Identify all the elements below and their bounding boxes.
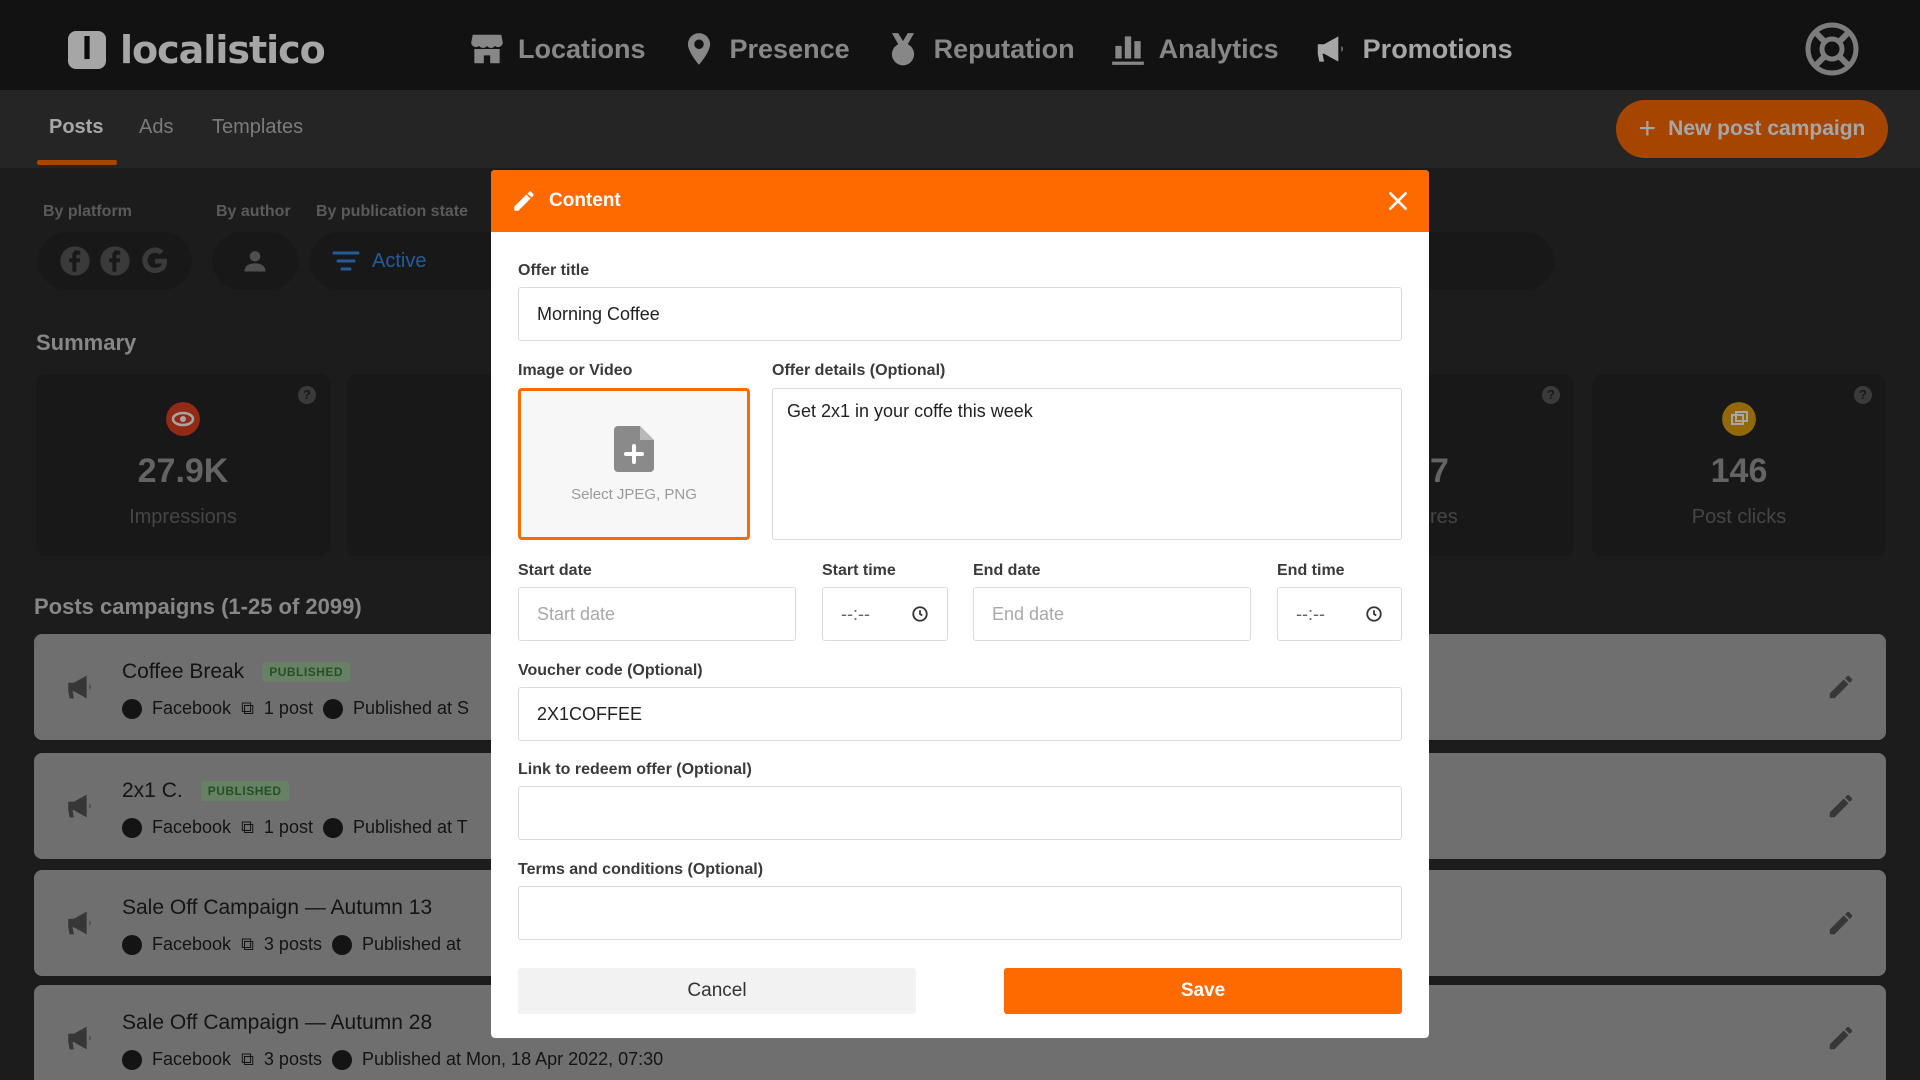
offer-details-label: Offer details (Optional) <box>772 362 946 379</box>
image-video-label: Image or Video <box>518 362 633 379</box>
clock-icon <box>1366 606 1382 622</box>
modal-title: Content <box>549 190 621 211</box>
content-modal: Content Offer title Morning Coffee Image… <box>491 170 1429 1038</box>
file-add-icon <box>614 425 654 472</box>
media-upload-dropzone[interactable]: Select JPEG, PNG <box>518 388 750 540</box>
pencil-icon <box>514 191 534 211</box>
cancel-button[interactable]: Cancel <box>518 968 916 1014</box>
close-icon[interactable] <box>1385 188 1411 214</box>
end-date-label: End date <box>973 562 1041 579</box>
voucher-code-input[interactable]: 2X1COFFEE <box>518 687 1402 741</box>
upload-hint: Select JPEG, PNG <box>571 485 697 503</box>
end-time-label: End time <box>1277 562 1345 579</box>
save-button[interactable]: Save <box>1004 968 1402 1014</box>
modal-header: Content <box>491 170 1429 232</box>
start-date-label: Start date <box>518 562 592 579</box>
end-time-input[interactable]: --:-- <box>1277 587 1402 641</box>
offer-title-input[interactable]: Morning Coffee <box>518 287 1402 341</box>
offer-title-label: Offer title <box>518 262 590 279</box>
offer-details-textarea[interactable]: Get 2x1 in your coffe this week <box>772 388 1402 540</box>
end-date-input[interactable]: End date <box>973 587 1251 641</box>
start-time-input[interactable]: --:-- <box>822 587 948 641</box>
terms-label: Terms and conditions (Optional) <box>518 861 764 878</box>
redeem-link-label: Link to redeem offer (Optional) <box>518 761 752 778</box>
terms-input[interactable] <box>518 886 1402 940</box>
start-date-input[interactable]: Start date <box>518 587 796 641</box>
end-time-value: --:-- <box>1296 603 1325 624</box>
start-time-value: --:-- <box>841 603 870 624</box>
clock-icon <box>912 606 928 622</box>
voucher-code-label: Voucher code (Optional) <box>518 662 703 679</box>
start-time-label: Start time <box>822 562 896 579</box>
redeem-link-input[interactable] <box>518 786 1402 840</box>
